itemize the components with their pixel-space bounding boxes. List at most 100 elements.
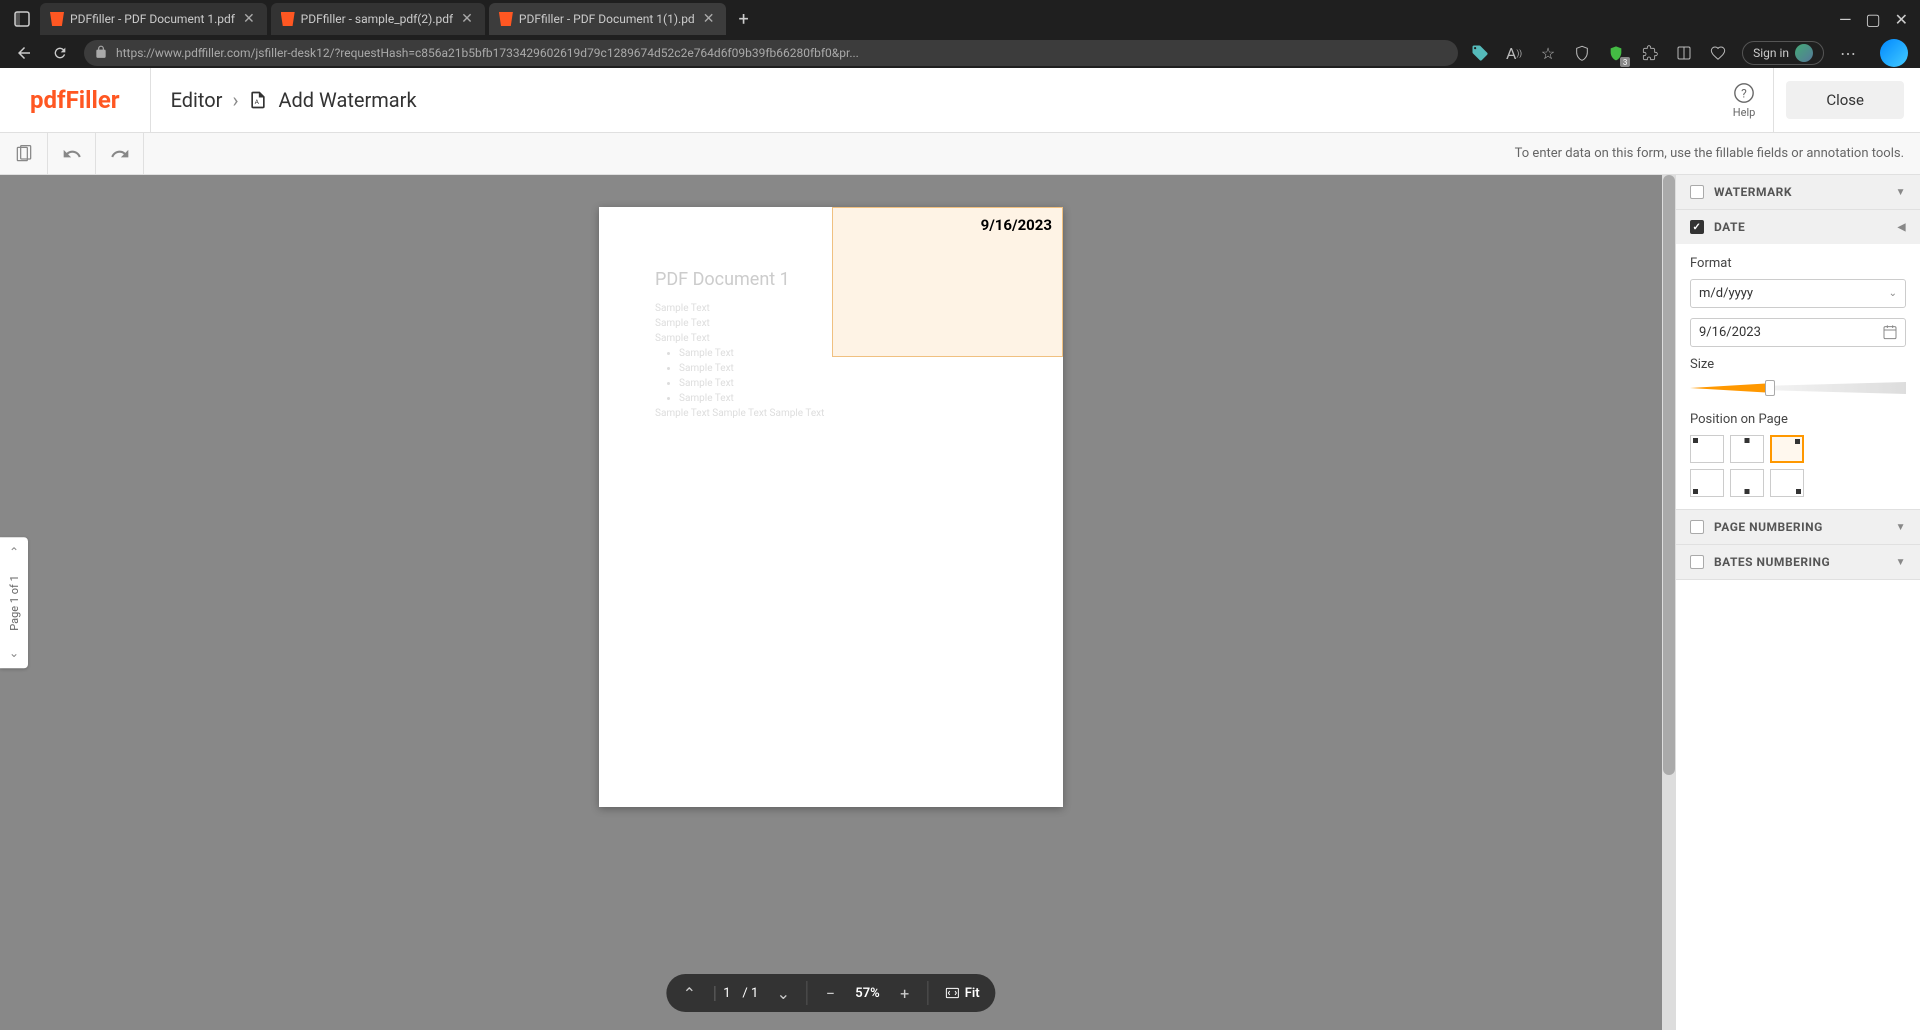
- wellbeing-icon[interactable]: [1708, 43, 1728, 63]
- section-date[interactable]: ✓ DATE ◀: [1676, 210, 1920, 244]
- scrollbar-thumb[interactable]: [1663, 175, 1675, 775]
- minimize-icon[interactable]: —: [1839, 10, 1852, 29]
- date-input[interactable]: [1690, 318, 1906, 347]
- section-label: PAGE NUMBERING: [1714, 520, 1823, 534]
- browser-tab-active[interactable]: PDFfiller - PDF Document 1(1).pd ✕: [489, 3, 727, 35]
- chevron-down-icon: ▼: [1896, 187, 1906, 198]
- zoom-in-button[interactable]: +: [890, 978, 920, 1008]
- format-value: m/d/yyyy: [1699, 286, 1753, 301]
- more-icon[interactable]: ⋯: [1838, 43, 1858, 63]
- chevron-left-icon: ◀: [1898, 222, 1906, 233]
- position-bottom-right[interactable]: [1770, 469, 1804, 497]
- position-top-right[interactable]: [1770, 435, 1804, 463]
- pages-panel-button[interactable]: [0, 133, 48, 175]
- prev-page-button[interactable]: ⌃: [674, 978, 704, 1008]
- chevron-down-icon: ⌄: [1889, 288, 1897, 299]
- date-watermark-box[interactable]: 9/16/2023: [832, 207, 1063, 357]
- date-checkbox[interactable]: ✓: [1690, 220, 1704, 234]
- section-page-numbering[interactable]: PAGE NUMBERING ▼: [1676, 510, 1920, 544]
- back-button[interactable]: [12, 41, 36, 65]
- url-text: https://www.pdffiller.com/jsfiller-desk1…: [116, 46, 1448, 60]
- fit-label: Fit: [965, 986, 980, 1001]
- close-button[interactable]: Close: [1786, 81, 1904, 119]
- size-slider[interactable]: [1690, 380, 1906, 396]
- tab-close-icon[interactable]: ✕: [459, 9, 475, 29]
- position-label: Position on Page: [1690, 412, 1906, 427]
- breadcrumb: Editor › A Add Watermark: [151, 88, 437, 112]
- hint-text: To enter data on this form, use the fill…: [1515, 146, 1920, 161]
- avatar-icon: [1795, 44, 1813, 62]
- refresh-button[interactable]: [48, 41, 72, 65]
- watermark-checkbox[interactable]: [1690, 185, 1704, 199]
- watermark-date-text: 9/16/2023: [981, 216, 1052, 234]
- maximize-icon[interactable]: ▢: [1865, 10, 1880, 29]
- sign-in-button[interactable]: Sign in: [1742, 41, 1824, 65]
- position-bottom-center[interactable]: [1730, 469, 1764, 497]
- section-bates-numbering[interactable]: BATES NUMBERING ▼: [1676, 545, 1920, 579]
- section-label: WATERMARK: [1714, 185, 1792, 199]
- tab-title: PDFfiller - sample_pdf(2).pdf: [301, 12, 454, 26]
- position-top-left[interactable]: [1690, 435, 1724, 463]
- fit-button[interactable]: Fit: [937, 985, 988, 1001]
- tab-title: PDFfiller - PDF Document 1(1).pd: [519, 12, 695, 26]
- svg-text:?: ?: [1741, 86, 1747, 100]
- document-title: PDF Document 1: [655, 269, 790, 290]
- pdffiller-logo: pdfFiller: [0, 86, 150, 114]
- extensions-icon[interactable]: [1640, 43, 1660, 63]
- browser-tab[interactable]: PDFfiller - sample_pdf(2).pdf ✕: [271, 3, 485, 35]
- watermark-page-icon: A: [248, 90, 268, 110]
- sign-in-label: Sign in: [1753, 46, 1789, 60]
- chevron-right-icon: ›: [232, 88, 238, 112]
- document-body: Sample Text Sample Text Sample Text Samp…: [655, 301, 824, 421]
- undo-button[interactable]: [48, 133, 96, 175]
- breadcrumb-current: Add Watermark: [278, 88, 416, 112]
- watermark-sidebar: WATERMARK ▼ ✓ DATE ◀ Format m/d/yyyy ⌄: [1676, 175, 1920, 1030]
- svg-text:A: A: [255, 98, 260, 106]
- tracking-shield-icon[interactable]: [1572, 43, 1592, 63]
- page-numbering-checkbox[interactable]: [1690, 520, 1704, 534]
- vertical-scrollbar[interactable]: [1662, 175, 1676, 1030]
- breadcrumb-root[interactable]: Editor: [171, 88, 223, 112]
- section-label: BATES NUMBERING: [1714, 555, 1830, 569]
- position-grid: [1690, 435, 1906, 497]
- redo-button[interactable]: [96, 133, 144, 175]
- address-bar[interactable]: https://www.pdffiller.com/jsfiller-desk1…: [84, 40, 1458, 66]
- page-down-button[interactable]: ⌄: [9, 646, 19, 660]
- zoom-toolbar: ⌃ / 1 ⌄ − 57% + Fit: [666, 974, 995, 1012]
- section-watermark[interactable]: WATERMARK ▼: [1676, 175, 1920, 209]
- shopping-tag-icon[interactable]: [1470, 43, 1490, 63]
- favorite-icon[interactable]: ☆: [1538, 43, 1558, 63]
- fit-icon: [945, 985, 961, 1001]
- adblock-icon[interactable]: [1606, 43, 1626, 63]
- tab-close-icon[interactable]: ✕: [701, 9, 717, 29]
- browser-tab[interactable]: PDFfiller - PDF Document 1.pdf ✕: [40, 3, 267, 35]
- help-label: Help: [1733, 106, 1756, 119]
- document-page[interactable]: 9/16/2023 PDF Document 1 Sample Text Sam…: [599, 207, 1063, 807]
- new-tab-button[interactable]: +: [730, 9, 756, 30]
- zoom-level: 57%: [849, 986, 885, 1001]
- page-up-button[interactable]: ⌃: [9, 545, 19, 559]
- position-top-center[interactable]: [1730, 435, 1764, 463]
- section-label: DATE: [1714, 220, 1745, 234]
- lock-icon: [94, 45, 108, 62]
- zoom-out-button[interactable]: −: [815, 978, 845, 1008]
- help-icon: ?: [1733, 82, 1755, 104]
- position-bottom-left[interactable]: [1690, 469, 1724, 497]
- read-aloud-icon[interactable]: A)): [1504, 43, 1524, 63]
- calendar-icon[interactable]: [1882, 324, 1898, 344]
- format-select[interactable]: m/d/yyyy ⌄: [1690, 279, 1906, 308]
- help-button[interactable]: ? Help: [1733, 68, 1775, 133]
- slider-thumb[interactable]: [1765, 380, 1775, 396]
- tab-favicon: [50, 12, 64, 26]
- tab-close-icon[interactable]: ✕: [241, 9, 257, 29]
- bates-numbering-checkbox[interactable]: [1690, 555, 1704, 569]
- bing-chat-icon[interactable]: [1880, 39, 1908, 67]
- tab-overview-button[interactable]: [8, 5, 36, 33]
- page-number-input[interactable]: [714, 986, 738, 1001]
- collections-icon[interactable]: [1674, 43, 1694, 63]
- tab-title: PDFfiller - PDF Document 1.pdf: [70, 12, 235, 26]
- chevron-down-icon: ▼: [1896, 557, 1906, 568]
- page-navigator: ⌃ Page 1 of 1 ⌄: [0, 537, 28, 669]
- window-close-icon[interactable]: ✕: [1895, 10, 1908, 29]
- next-page-button[interactable]: ⌄: [768, 978, 798, 1008]
